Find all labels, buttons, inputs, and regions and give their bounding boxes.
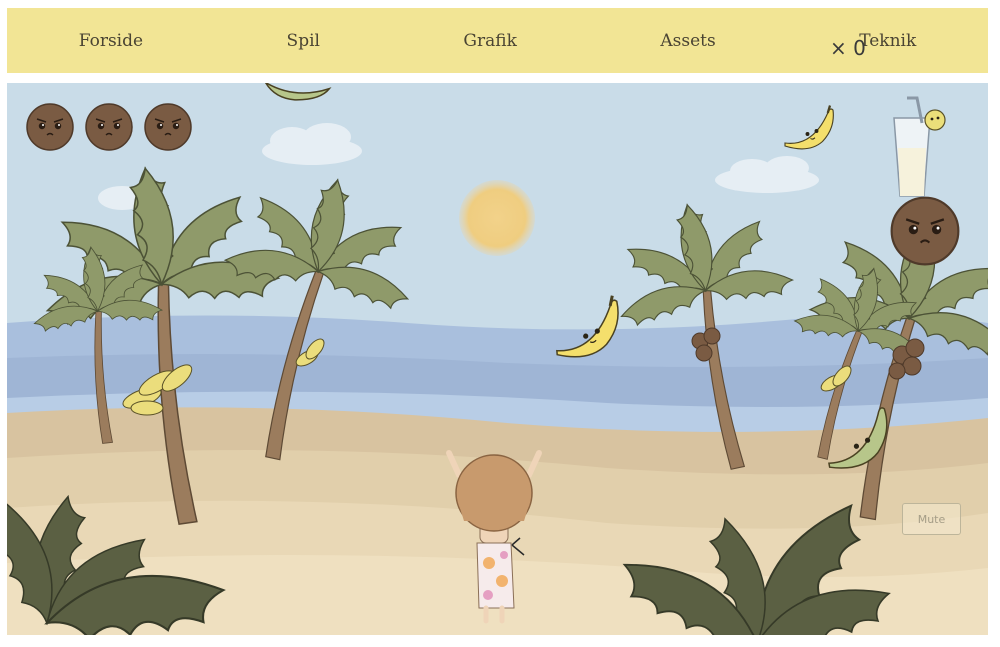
nav-forside[interactable]: Forside <box>59 23 163 59</box>
falling-coconut <box>890 196 960 266</box>
sun <box>459 180 535 256</box>
nav-assets[interactable]: Assets <box>640 23 735 59</box>
game-stage[interactable] <box>7 83 988 635</box>
nav-grafik[interactable]: Grafik <box>443 23 536 59</box>
coconut-life-icon <box>26 103 74 151</box>
mute-button[interactable]: Mute <box>902 503 961 535</box>
coconut-life-icon <box>144 103 192 151</box>
banana-count: × 0 <box>830 36 866 60</box>
coconut-life-icon <box>85 103 133 151</box>
nav-spil[interactable]: Spil <box>267 23 340 59</box>
